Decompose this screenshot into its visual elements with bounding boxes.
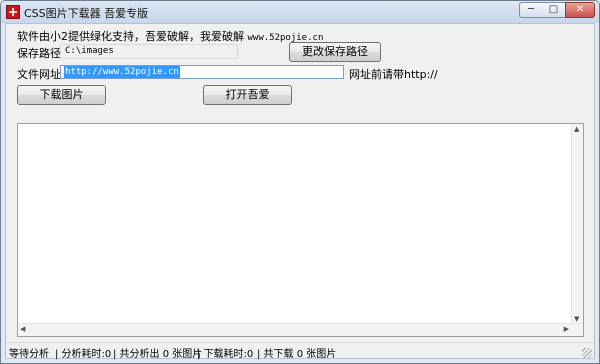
- maximize-button[interactable]: □: [542, 2, 566, 18]
- window-title: CSS图片下载器 吾爱专版: [24, 7, 149, 20]
- status-analysis-time: | 分析耗时:0: [55, 349, 112, 360]
- scroll-down-icon[interactable]: ▼: [574, 315, 579, 323]
- minimize-button[interactable]: ─: [519, 2, 543, 18]
- log-output-area[interactable]: ▲ ▼ ◀ ▶: [17, 123, 584, 337]
- vertical-scrollbar[interactable]: ▲ ▼: [571, 124, 583, 336]
- url-input[interactable]: http://www.52pojie.cn: [60, 65, 344, 79]
- support-text: 软件由小2提供绿化支持，吾爱破解，我爱破解: [17, 30, 248, 43]
- client-area: 软件由小2提供绿化支持，吾爱破解，我爱破解 www.52pojie.cn 保存路…: [5, 23, 595, 360]
- status-download-count: | 共下载 0 张图片: [257, 349, 337, 360]
- support-info: 软件由小2提供绿化支持，吾爱破解，我爱破解 www.52pojie.cn: [17, 28, 323, 44]
- status-download-time: | 下载耗时:0: [197, 349, 254, 360]
- status-state: 等待分析: [9, 349, 49, 360]
- url-input-value: http://www.52pojie.cn: [64, 66, 180, 78]
- app-logo-icon: [6, 5, 20, 19]
- close-button[interactable]: ✕: [565, 2, 595, 18]
- save-path-label: 保存路径:: [17, 47, 65, 60]
- url-label: 文件网址:: [17, 68, 65, 81]
- title-bar[interactable]: CSS图片下载器 吾爱专版 ─ □ ✕: [1, 1, 599, 23]
- scroll-right-icon[interactable]: ▶: [564, 325, 569, 333]
- save-path-value: C:\images: [65, 46, 114, 56]
- status-bar: 等待分析 | 分析耗时:0 | 共分析出 0 张图片 | 下载耗时:0 | 共下…: [6, 342, 594, 360]
- resize-grip-icon[interactable]: [582, 348, 592, 358]
- open-52pojie-button[interactable]: 打开吾爱: [203, 85, 292, 105]
- url-hint: 网址前请带http://: [349, 68, 438, 81]
- scroll-up-icon[interactable]: ▲: [574, 125, 579, 133]
- scroll-left-icon[interactable]: ◀: [20, 325, 25, 333]
- status-analysis-count: | 共分析出 0 张图片: [113, 349, 203, 360]
- horizontal-scrollbar[interactable]: ◀ ▶: [18, 323, 583, 336]
- app-window: CSS图片下载器 吾爱专版 ─ □ ✕ 软件由小2提供绿化支持，吾爱破解，我爱破…: [0, 0, 600, 364]
- save-path-field: C:\images: [60, 44, 238, 59]
- download-images-button[interactable]: 下载图片: [17, 85, 106, 105]
- change-save-path-button[interactable]: 更改保存路径: [289, 42, 381, 62]
